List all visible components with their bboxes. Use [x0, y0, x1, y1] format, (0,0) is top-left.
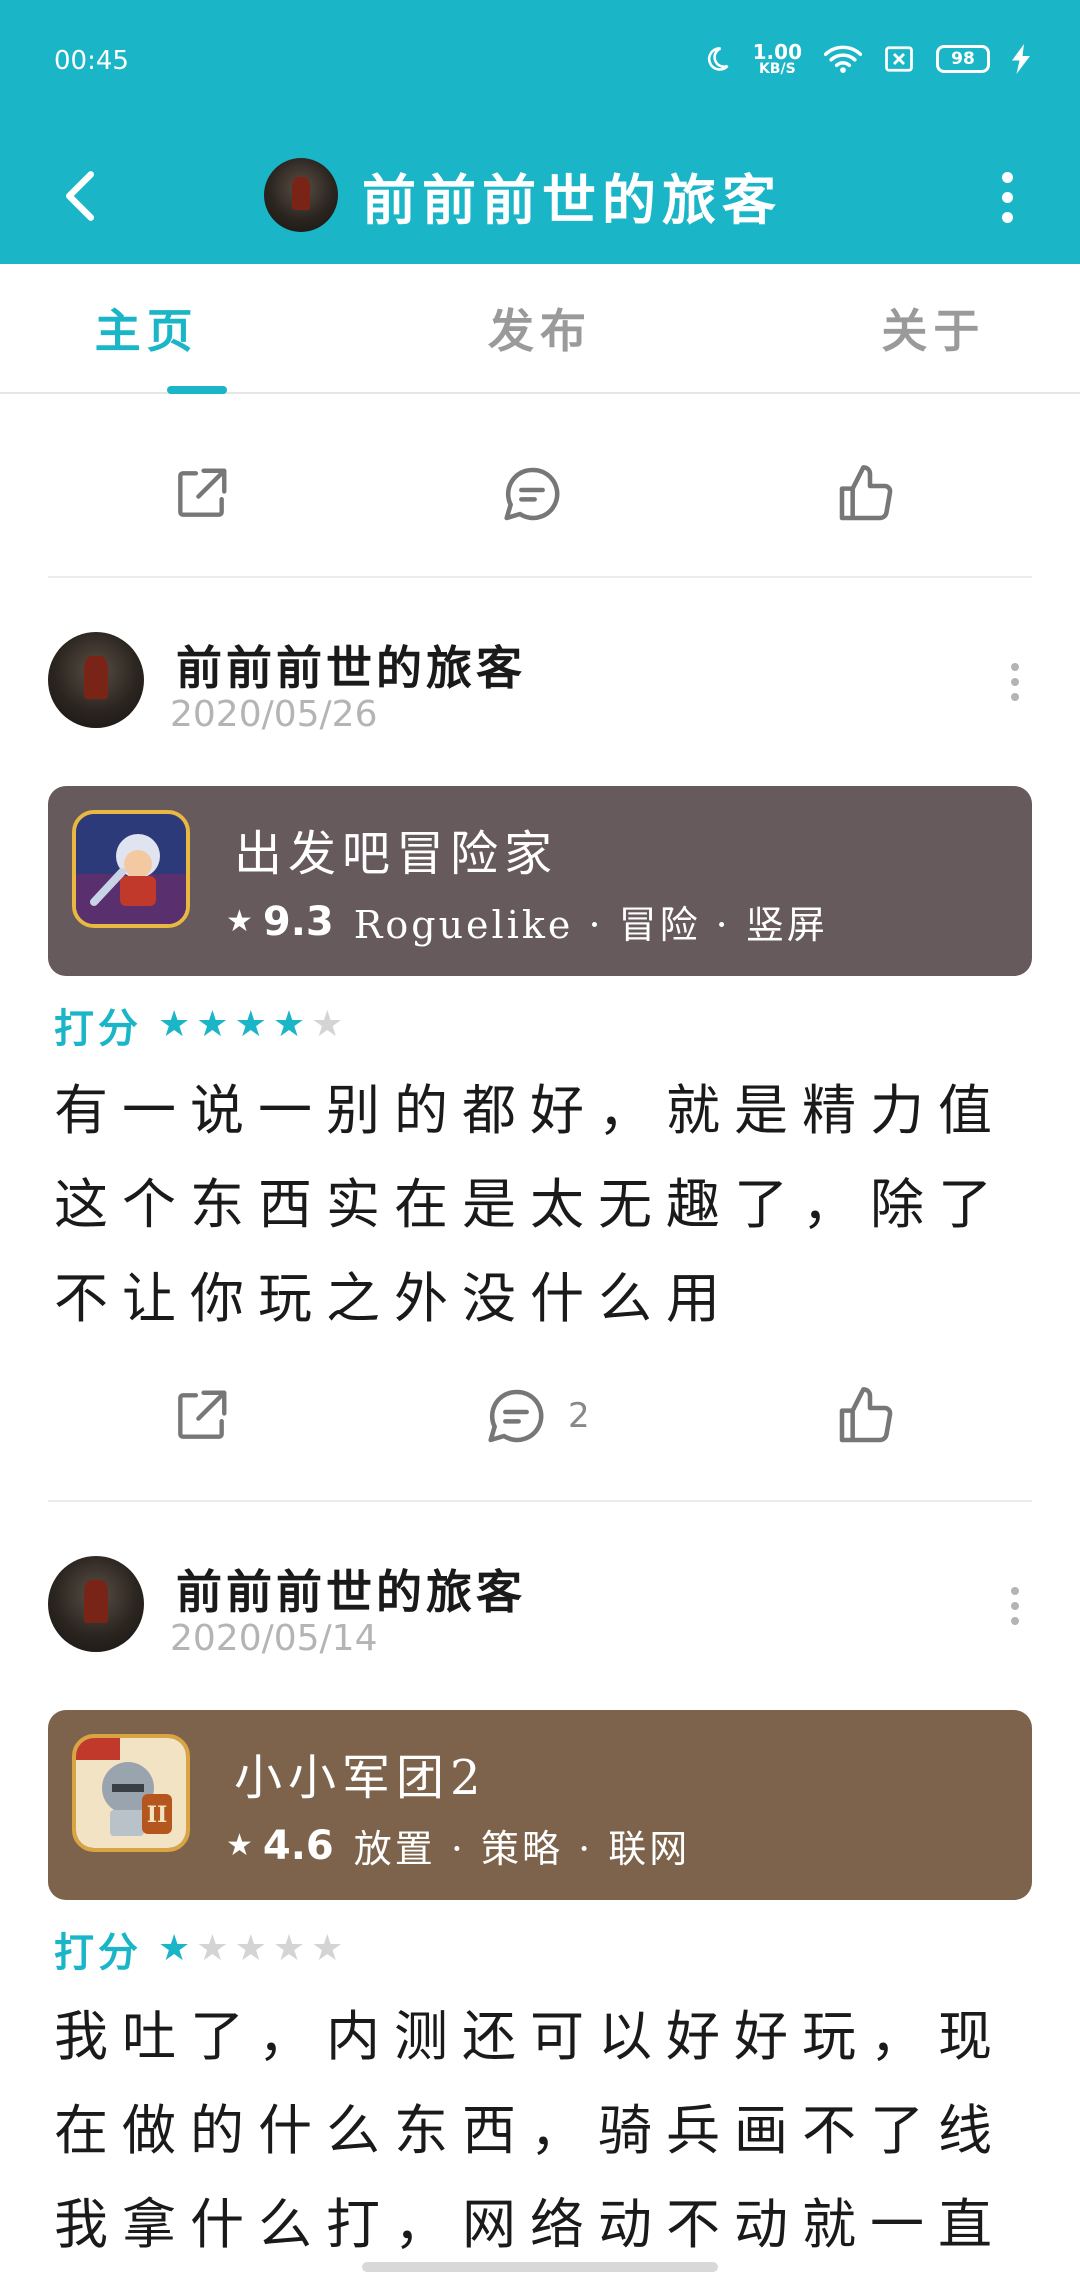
action-row: 2: [0, 1356, 1080, 1476]
rating-label: 打分: [54, 1005, 142, 1052]
page-title: 前前前世的旅客: [362, 167, 782, 232]
divider: [48, 1500, 1032, 1502]
review-text[interactable]: 有一说一别的都好，就是精力值这个东西实在是太无趣了，除了不让你玩之外没什么用: [54, 1064, 1044, 1346]
star-icon: ★: [272, 1004, 306, 1045]
game-score: 9.3: [262, 898, 334, 945]
rating-label: 打分: [54, 1929, 142, 1976]
thumbs-up-icon: [839, 1387, 893, 1443]
star-icon: ★: [226, 1828, 253, 1863]
net-speed-value: 1.00: [752, 40, 802, 64]
game-icon: [72, 810, 190, 928]
feed[interactable]: 前前前世的旅客 2020/05/26 出发吧冒险家 ★ 9.3 Roguelik…: [0, 396, 1080, 2280]
game-icon: II: [72, 1734, 190, 1852]
star-icon: ★: [196, 1004, 229, 1045]
game-meta: ★ 9.3 Roguelike · 冒险 · 竖屏: [226, 894, 828, 949]
star-icon: ★: [311, 1928, 344, 1969]
net-speed: 1.00 KB/S: [753, 42, 802, 76]
avatar[interactable]: [48, 632, 144, 728]
share-icon: [178, 468, 227, 517]
post-author[interactable]: 前前前世的旅客: [176, 1556, 526, 1622]
status-bar: 00:45 1.00 KB/S 98: [0, 0, 1080, 126]
net-speed-unit: KB/S: [758, 61, 796, 77]
share-button[interactable]: [170, 434, 232, 554]
sim-off-icon: [885, 46, 913, 72]
status-icons: 1.00 KB/S 98: [703, 42, 1030, 76]
battery-level: 98: [951, 49, 975, 69]
profile-title: 前前前世的旅客: [264, 142, 782, 248]
post-more-icon[interactable]: [990, 1576, 1040, 1636]
post-more-icon[interactable]: [990, 652, 1040, 712]
comment-icon: [504, 467, 560, 521]
star-icon: ★: [158, 1004, 191, 1045]
comment-button[interactable]: 2: [484, 1356, 590, 1476]
share-button[interactable]: [170, 1356, 232, 1476]
action-row: [0, 434, 1080, 554]
game-card[interactable]: 出发吧冒险家 ★ 9.3 Roguelike · 冒险 · 竖屏: [48, 786, 1032, 976]
review-text[interactable]: 我吐了，内测还可以好好玩，现在做的什么东西，骑兵画不了线我拿什么打，网络动不动就…: [54, 1990, 1044, 2280]
divider: [48, 576, 1032, 578]
post-date: 2020/05/14: [170, 1618, 378, 1659]
game-tags: 放置 · 策略 · 联网: [353, 1827, 691, 1871]
more-vertical-icon[interactable]: [972, 162, 1042, 232]
star-icon: ★: [158, 1928, 191, 1969]
star-icon: ★: [234, 1928, 267, 1969]
rating: 打分 ★ ★ ★ ★ ★: [54, 1920, 343, 1978]
game-tags: Roguelike · 冒险 · 竖屏: [353, 903, 828, 947]
avatar[interactable]: [48, 1556, 144, 1652]
thumbs-up-icon: [839, 465, 893, 521]
comment-icon: [488, 1389, 544, 1443]
comment-button[interactable]: [500, 434, 564, 554]
share-icon: [178, 1390, 227, 1439]
star-icon: ★: [196, 1928, 229, 1969]
tab-home[interactable]: 主页: [0, 264, 393, 394]
back-button[interactable]: [40, 156, 120, 236]
charging-icon: [1012, 44, 1030, 74]
star-icon: ★: [272, 1928, 306, 1969]
star-icon: ★: [234, 1004, 267, 1045]
game-score: 4.6: [262, 1822, 334, 1869]
comment-count: 2: [568, 1396, 590, 1436]
tab-publish[interactable]: 发布: [393, 264, 686, 392]
battery-icon: 98: [936, 45, 990, 73]
like-button[interactable]: [834, 1356, 898, 1476]
profile-avatar[interactable]: [264, 158, 338, 232]
status-time: 00:45: [54, 46, 129, 76]
post-date: 2020/05/26: [170, 694, 378, 735]
rating: 打分 ★ ★ ★ ★ ★: [54, 996, 343, 1054]
tab-bar: 主页 发布 关于: [0, 264, 1080, 394]
star-icon: ★: [226, 904, 253, 939]
game-name: 出发吧冒险家: [234, 826, 559, 882]
svg-text:II: II: [147, 1802, 168, 1828]
moon-icon: [707, 47, 729, 71]
game-name: 小小军团2: [234, 1750, 487, 1806]
star-icon: ★: [311, 1004, 344, 1045]
app-bar: 前前前世的旅客: [0, 126, 1080, 264]
chevron-left-icon: [65, 171, 95, 221]
home-indicator[interactable]: [362, 2262, 718, 2272]
post-author[interactable]: 前前前世的旅客: [176, 632, 526, 698]
game-card[interactable]: II 小小军团2 ★ 4.6 放置 · 策略 · 联网: [48, 1710, 1032, 1900]
wifi-icon: [824, 45, 862, 73]
like-button[interactable]: [834, 434, 898, 554]
game-meta: ★ 4.6 放置 · 策略 · 联网: [226, 1818, 690, 1873]
tab-about[interactable]: 关于: [687, 264, 1080, 392]
